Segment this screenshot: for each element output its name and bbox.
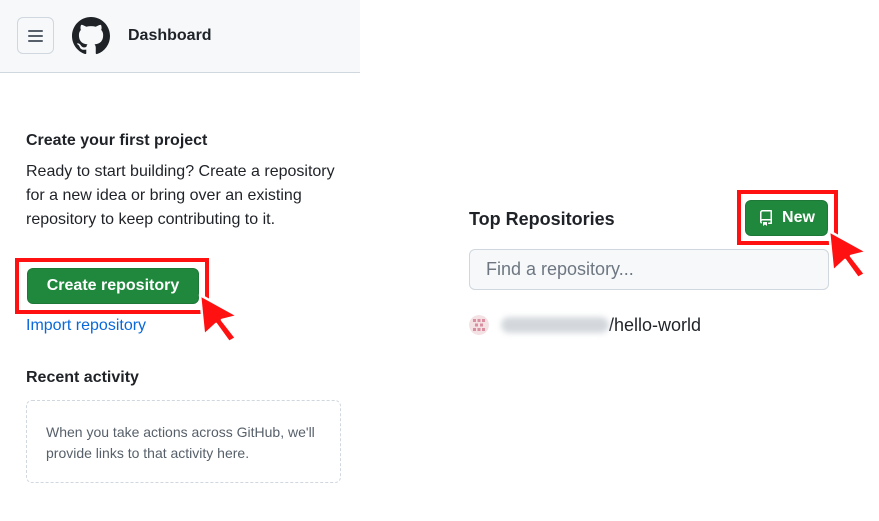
github-dashboard: Dashboard Create your first project Read… — [0, 0, 879, 521]
hamburger-icon — [28, 29, 43, 32]
avatar — [469, 315, 489, 335]
new-repository-button[interactable]: New — [745, 200, 828, 236]
recent-activity-box: When you take actions across GitHub, we'… — [26, 400, 341, 483]
import-repository-link[interactable]: Import repository — [26, 317, 146, 335]
find-repository-input[interactable] — [469, 249, 829, 290]
pointer-arrow-icon — [198, 293, 240, 344]
header-bar: Dashboard — [0, 0, 360, 73]
top-repositories-heading: Top Repositories — [469, 209, 615, 229]
create-project-description: Ready to start building? Create a reposi… — [26, 163, 335, 228]
create-repository-button[interactable]: Create repository — [27, 268, 199, 304]
repo-owner-redacted — [501, 317, 609, 333]
page-title[interactable]: Dashboard — [128, 27, 212, 45]
repo-icon — [760, 210, 773, 226]
create-project-heading: Create your first project — [26, 132, 208, 149]
github-logo-icon[interactable] — [72, 17, 110, 55]
recent-activity-heading: Recent activity — [26, 369, 139, 386]
hamburger-menu-button[interactable] — [17, 17, 54, 54]
recent-activity-text: When you take actions across GitHub, we'… — [46, 424, 315, 461]
repo-name: /hello-world — [609, 314, 702, 335]
repo-list-item[interactable]: /hello-world — [469, 313, 701, 337]
new-button-label: New — [782, 209, 815, 226]
pointer-arrow-icon — [827, 229, 869, 280]
